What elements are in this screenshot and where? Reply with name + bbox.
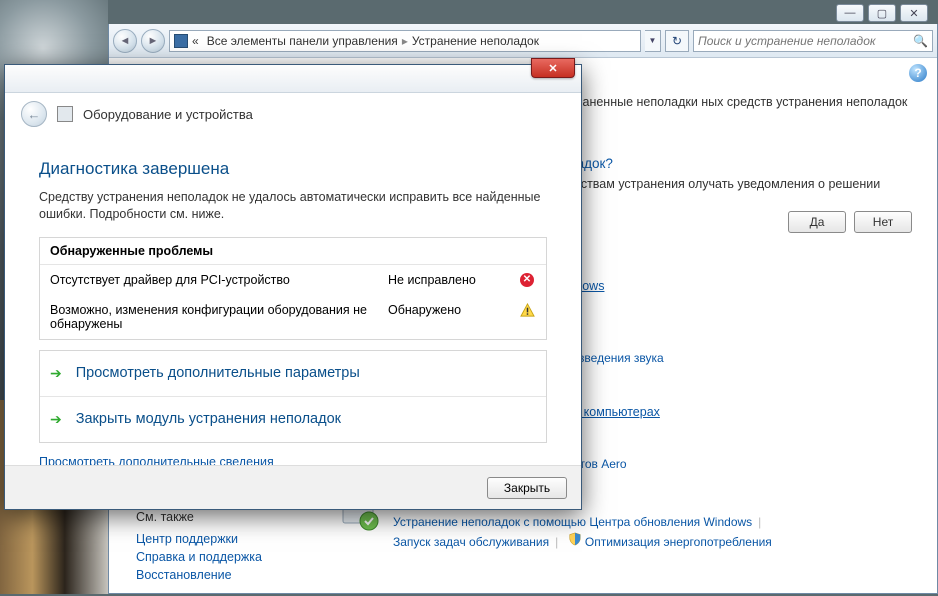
link-help-support[interactable]: Справка и поддержка <box>136 550 308 564</box>
link-power-optimization[interactable]: Оптимизация энергопотребления <box>585 535 772 549</box>
hardware-icon <box>57 106 73 122</box>
see-also-panel: См. также Центр поддержки Справка и подд… <box>122 500 322 596</box>
maximize-button[interactable]: ▢ <box>868 4 896 22</box>
chevron-right-icon: ▸ <box>402 34 408 48</box>
problem-row[interactable]: Возможно, изменения конфигурации оборудо… <box>40 295 546 339</box>
problems-panel-title: Обнаруженные проблемы <box>40 238 546 265</box>
window-controls: — ▢ ✕ <box>836 4 928 22</box>
warning-icon <box>520 303 535 321</box>
dialog-paragraph: Средству устранения неполадок не удалось… <box>39 189 547 223</box>
control-panel-icon <box>174 34 188 48</box>
crumb-prefix: « <box>192 34 199 48</box>
link-maintenance-tasks[interactable]: Запуск задач обслуживания <box>393 535 549 549</box>
arrow-right-icon: ➔ <box>50 411 62 428</box>
link-windows-update-troubleshoot[interactable]: Устранение неполадок с помощью Центра об… <box>393 515 752 529</box>
no-button[interactable]: Нет <box>854 211 912 233</box>
problem-row[interactable]: Отсутствует драйвер для PCI-устройство Н… <box>40 265 546 295</box>
nav-bar: ◄ ► « Все элементы панели управления ▸ У… <box>109 24 937 58</box>
action-label: Закрыть модуль устранения неполадок <box>76 411 341 427</box>
address-bar[interactable]: « Все элементы панели управления ▸ Устра… <box>169 30 641 52</box>
yes-button[interactable]: Да <box>788 211 846 233</box>
problem-status: Не исправлено <box>388 273 508 287</box>
search-input[interactable] <box>698 34 913 48</box>
address-dropdown[interactable]: ▼ <box>645 30 661 52</box>
minimize-button[interactable]: — <box>836 4 864 22</box>
breadcrumb-1[interactable]: Все элементы панели управления <box>207 34 398 48</box>
shield-icon <box>568 532 582 546</box>
search-box[interactable]: 🔍 <box>693 30 933 52</box>
troubleshooter-dialog: ✕ ← Оборудование и устройства Диагностик… <box>4 64 582 510</box>
problems-panel: Обнаруженные проблемы Отсутствует драйве… <box>39 237 547 340</box>
search-icon[interactable]: 🔍 <box>913 34 928 48</box>
arrow-right-icon: ➔ <box>50 365 62 382</box>
window-close-button[interactable]: ✕ <box>900 4 928 22</box>
dialog-footer: Закрыть <box>5 465 581 509</box>
see-also-heading: См. также <box>136 510 308 524</box>
view-additional-options[interactable]: ➔ Просмотреть дополнительные параметры <box>40 351 546 396</box>
refresh-button[interactable]: ↻ <box>665 30 689 52</box>
breadcrumb-2[interactable]: Устранение неполадок <box>412 34 539 48</box>
problem-text: Возможно, изменения конфигурации оборудо… <box>50 303 378 331</box>
error-icon: ✕ <box>520 273 534 287</box>
dialog-close-button[interactable]: ✕ <box>531 58 575 78</box>
dialog-heading: Диагностика завершена <box>39 159 547 179</box>
problem-text: Отсутствует драйвер для PCI-устройство <box>50 273 378 287</box>
link-recovery[interactable]: Восстановление <box>136 568 308 582</box>
nav-back-button[interactable]: ◄ <box>113 29 137 53</box>
problem-status: Обнаружено <box>388 303 508 317</box>
dialog-header-title: Оборудование и устройства <box>83 107 253 122</box>
close-button[interactable]: Закрыть <box>487 477 567 499</box>
link-action-center[interactable]: Центр поддержки <box>136 532 308 546</box>
dialog-titlebar[interactable]: ✕ <box>5 65 581 93</box>
action-label: Просмотреть дополнительные параметры <box>76 365 360 381</box>
close-troubleshooter-option[interactable]: ➔ Закрыть модуль устранения неполадок <box>40 396 546 442</box>
nav-forward-button[interactable]: ► <box>141 29 165 53</box>
dialog-back-button[interactable]: ← <box>21 101 47 127</box>
help-icon[interactable]: ? <box>909 64 927 82</box>
